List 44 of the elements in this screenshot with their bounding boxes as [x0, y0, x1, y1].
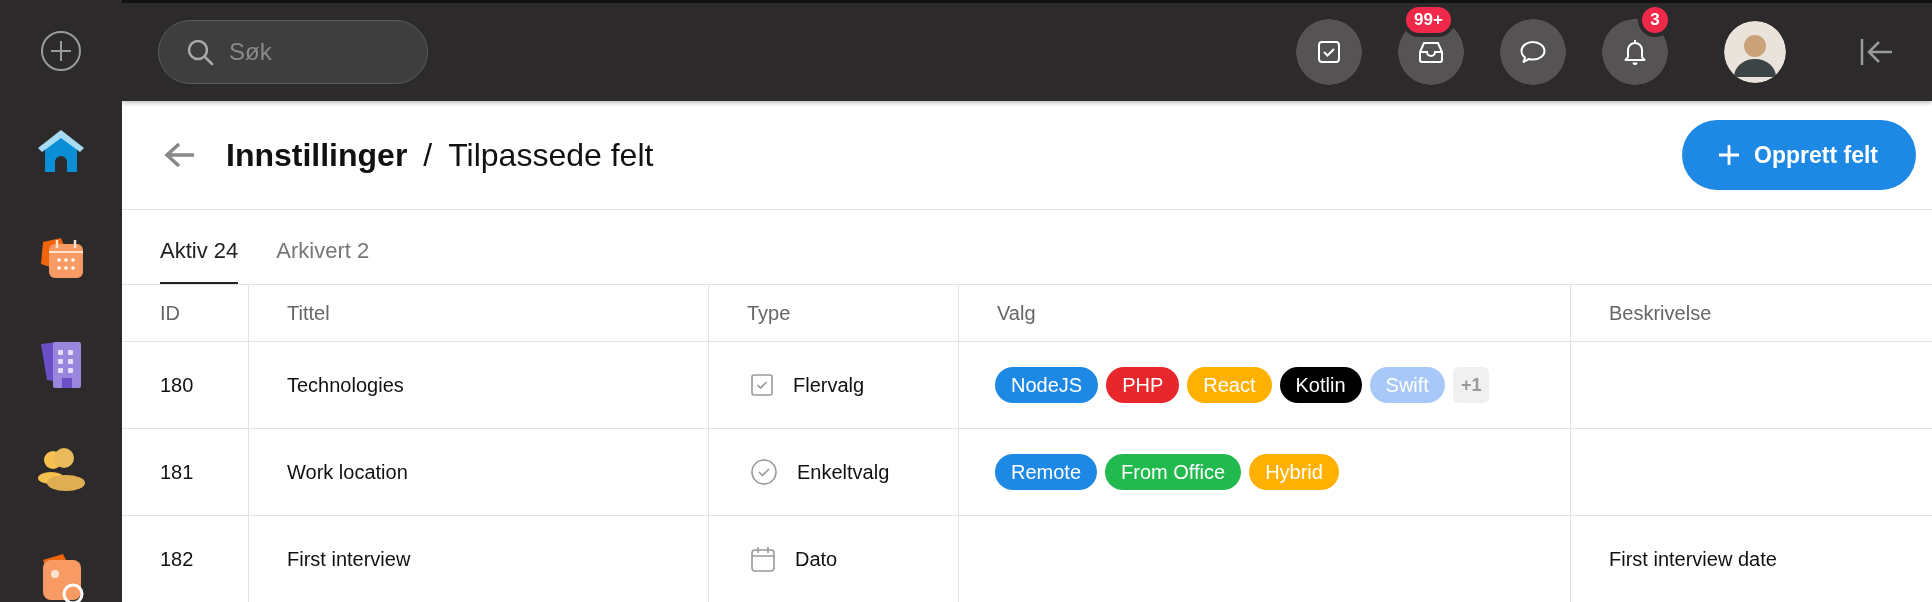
table-cell: 180	[160, 373, 194, 397]
breadcrumb-separator: /	[423, 136, 433, 174]
table-cell: First interview	[287, 547, 411, 571]
add-icon[interactable]	[40, 30, 82, 72]
table-cell: Enkeltvalg	[797, 460, 890, 484]
column-header: Type	[708, 285, 958, 341]
page-title: Tilpassede felt	[448, 136, 654, 174]
checkbox-icon	[751, 374, 773, 396]
column-header: Beskrivelse	[1570, 285, 1932, 341]
checkbox-icon	[1317, 40, 1341, 64]
search-field[interactable]: Søk	[158, 20, 428, 84]
option-tag: React	[1187, 367, 1272, 403]
option-tag: Hybrid	[1249, 454, 1339, 490]
option-tag: From Office	[1105, 454, 1242, 490]
table-cell: 181	[160, 460, 194, 484]
column-header: Tittel	[248, 285, 708, 341]
option-tag: Remote	[995, 454, 1098, 490]
circle-check-icon	[751, 459, 777, 485]
table-cell: First interview date	[1609, 547, 1777, 571]
tab[interactable]: Aktiv 24	[160, 238, 239, 284]
table-cell: Dato	[795, 547, 838, 571]
back-arrow-icon[interactable]	[162, 140, 196, 170]
column-header: Valg	[958, 285, 1570, 341]
inbox-icon	[1418, 40, 1444, 64]
search-icon	[186, 38, 214, 66]
breadcrumb-link[interactable]: Innstillinger	[226, 136, 408, 174]
option-tag: Swift	[1369, 367, 1445, 403]
create-field-button[interactable]: Opprett felt	[1682, 120, 1916, 190]
option-tag: Kotlin	[1279, 367, 1362, 403]
table-cell: Technologies	[287, 373, 404, 397]
plus-icon	[1718, 144, 1741, 166]
more-count: +1	[1452, 367, 1490, 403]
calendar-icon	[751, 546, 775, 572]
speech-bubble-icon	[1519, 39, 1547, 65]
option-tag: NodeJS	[995, 367, 1099, 403]
table-cell: Flervalg	[793, 373, 865, 397]
tab[interactable]: Arkivert 2	[276, 238, 370, 284]
avatar[interactable]	[1724, 21, 1786, 83]
table-cell: Work location	[287, 460, 408, 484]
bell-icon	[1622, 38, 1648, 66]
column-header: ID	[159, 300, 181, 326]
option-tag: PHP	[1106, 367, 1180, 403]
collapse-sidebar-icon[interactable]	[1860, 37, 1894, 67]
table-cell: 182	[160, 547, 194, 571]
